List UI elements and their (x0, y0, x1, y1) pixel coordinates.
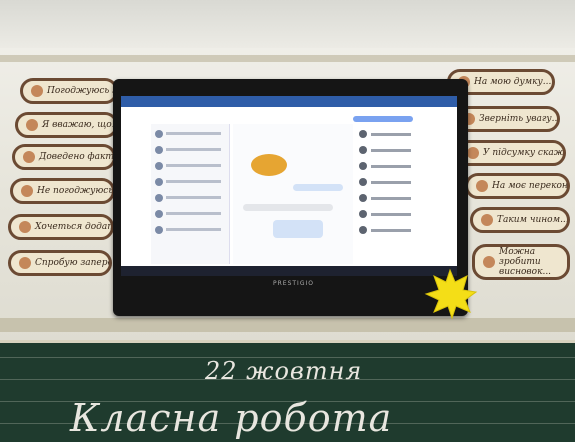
sign-text: Не погоджуюсь з тим, що... (37, 186, 114, 196)
tv-brand-logo: PRESTIGIO (273, 280, 314, 287)
list-item (359, 130, 449, 139)
avatar (155, 194, 163, 202)
avatar (155, 130, 163, 138)
list-item (359, 146, 449, 155)
kid-icon (21, 185, 33, 197)
sign-left-1: Погоджуюсь з думкою... (20, 78, 118, 104)
kid-icon (19, 221, 31, 233)
sign-text: Таким чином... (497, 215, 569, 225)
conversation-pane (233, 124, 353, 264)
kid-icon (467, 147, 479, 159)
sign-text: На мою думку... (474, 77, 552, 87)
pumpkin-sticker (251, 154, 287, 176)
list-item (359, 210, 449, 219)
avatar (155, 146, 163, 154)
invite-button[interactable] (353, 116, 413, 122)
avatar (155, 162, 163, 170)
sign-right-3: У підсумку скажу... (456, 140, 566, 166)
kid-icon (476, 180, 488, 192)
sign-text: Спробую заперечити (35, 258, 109, 268)
sign-right-5: Таким чином... (470, 207, 570, 233)
members-list (357, 124, 453, 264)
sign-left-5: Хочеться додати, що... (8, 214, 114, 240)
kid-icon (26, 119, 38, 131)
message-bubble (273, 220, 323, 238)
sign-left-3: Доведено фактами... (12, 144, 116, 170)
list-item (155, 162, 225, 170)
avatar (359, 178, 367, 186)
avatar (155, 210, 163, 218)
list-item (359, 226, 449, 235)
board-ledge (0, 318, 575, 332)
sign-text: Можна зробити висновок... (499, 247, 552, 277)
sign-text: Я вважаю, що... (42, 120, 118, 130)
television: PRESTIGIO (113, 79, 468, 316)
kid-icon (23, 151, 35, 163)
app-header-bar (121, 96, 457, 107)
maple-leaf-icon (424, 268, 478, 320)
sign-text: Доведено фактами... (39, 152, 114, 162)
avatar (359, 210, 367, 218)
kid-icon (483, 256, 495, 268)
list-item (155, 210, 225, 218)
kid-icon (481, 214, 493, 226)
sign-left-4: Не погоджуюсь з тим, що... (10, 178, 115, 204)
avatar (359, 226, 367, 234)
sign-text: Погоджуюсь з думкою... (47, 86, 115, 96)
list-item (155, 226, 225, 234)
sign-right-2: Зверніть увагу... (452, 106, 560, 132)
message-bubble (243, 204, 333, 211)
list-item (359, 178, 449, 187)
avatar (359, 130, 367, 138)
sign-text: У підсумку скажу... (483, 148, 564, 158)
avatar (155, 226, 163, 234)
kid-icon (19, 257, 31, 269)
sign-right-6: Можна зробити висновок... (472, 244, 570, 280)
sign-left-2: Я вважаю, що... (15, 112, 118, 138)
message-bubble (293, 184, 343, 191)
avatar (155, 178, 163, 186)
sign-text: На моє переконання... (492, 181, 568, 191)
list-item (155, 178, 225, 186)
list-item (155, 130, 225, 138)
sign-text: Зверніть увагу... (479, 114, 560, 124)
sign-right-4: На моє переконання... (465, 173, 570, 199)
sign-text: Хочеться додати, що... (35, 222, 111, 232)
board-heading: Класна робота (70, 396, 393, 440)
windows-taskbar (121, 266, 457, 276)
chat-list (151, 124, 230, 264)
avatar (359, 162, 367, 170)
ceiling (0, 0, 575, 48)
list-item (359, 162, 449, 171)
tv-screen (121, 96, 457, 276)
avatar (359, 194, 367, 202)
avatar (359, 146, 367, 154)
kid-icon (31, 85, 43, 97)
sign-left-6: Спробую заперечити (8, 250, 112, 276)
list-item (155, 194, 225, 202)
list-item (155, 146, 225, 154)
board-date: 22 жовтня (205, 357, 363, 385)
wall-shelf (0, 55, 575, 62)
list-item (359, 194, 449, 203)
